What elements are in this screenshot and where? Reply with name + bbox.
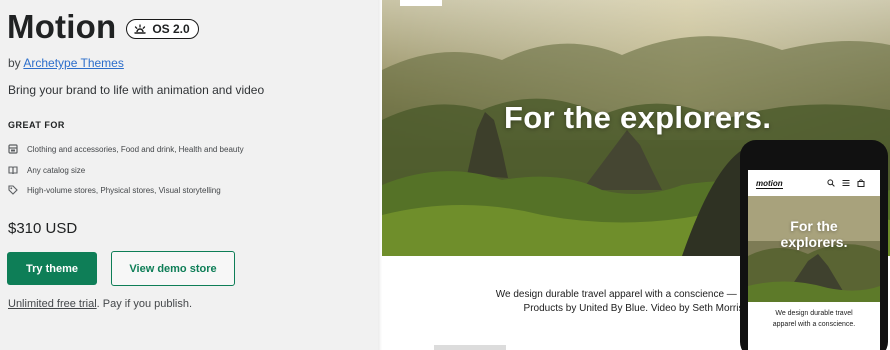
sun-icon [134, 24, 147, 34]
feature-text: Clothing and accessories, Food and drink… [27, 144, 244, 154]
preview-placeholder-bar [434, 345, 506, 350]
free-trial-link[interactable]: Unlimited free trial [8, 298, 97, 310]
tagline: Bring your brand to life with animation … [8, 83, 265, 97]
phone-header: motion [748, 170, 880, 196]
feature-item-catalog: Any catalog size [8, 165, 85, 175]
tag-icon [8, 185, 18, 195]
feature-item-industries: Clothing and accessories, Food and drink… [8, 144, 244, 154]
feature-text: Any catalog size [27, 165, 86, 175]
preview-edge [378, 0, 382, 350]
phone-logo: motion [756, 179, 783, 189]
search-icon [827, 179, 835, 187]
phone-mockup: motion For the explorers. We design dura… [740, 140, 888, 350]
author-link[interactable]: Archetype Themes [23, 56, 124, 70]
os-badge: OS 2.0 [126, 19, 199, 39]
title-row: Motion OS 2.0 [7, 8, 199, 46]
phone-screen: motion For the explorers. We design dura… [748, 170, 880, 350]
badge-label: OS 2.0 [152, 22, 190, 36]
trial-note: Unlimited free trial. Pay if you publish… [8, 298, 192, 310]
great-for-heading: GREAT FOR [8, 120, 65, 130]
feature-text: High-volume stores, Physical stores, Vis… [27, 185, 221, 195]
byline-prefix: by [8, 56, 21, 70]
phone-hero-line-1: For the [790, 218, 838, 234]
catalog-icon [8, 144, 18, 154]
cart-icon [857, 179, 865, 187]
phone-description: We design durable travel apparel with a … [748, 308, 880, 330]
try-theme-button[interactable]: Try theme [7, 252, 97, 285]
view-demo-store-button[interactable]: View demo store [111, 251, 235, 286]
phone-hero-headline: For the explorers. [748, 218, 880, 250]
phone-description-line-1: We design durable travel [775, 310, 853, 317]
price: $310 USD [8, 220, 78, 237]
hero-logo-bar [400, 0, 442, 6]
feature-item-store-types: High-volume stores, Physical stores, Vis… [8, 185, 221, 195]
book-icon [8, 166, 18, 175]
trial-suffix: . Pay if you publish. [96, 298, 193, 310]
phone-description-line-2: apparel with a conscience. [772, 321, 856, 328]
theme-title: Motion [7, 8, 117, 45]
phone-hero-line-2: explorers. [780, 234, 848, 250]
theme-preview: For the explorers. We design durable tra… [378, 0, 890, 350]
byline: by Archetype Themes [8, 56, 124, 70]
theme-info-panel: Motion OS 2.0 by Archetype Themes Bring … [0, 0, 378, 350]
hero-headline: For the explorers. [504, 100, 772, 135]
menu-icon [842, 180, 850, 186]
